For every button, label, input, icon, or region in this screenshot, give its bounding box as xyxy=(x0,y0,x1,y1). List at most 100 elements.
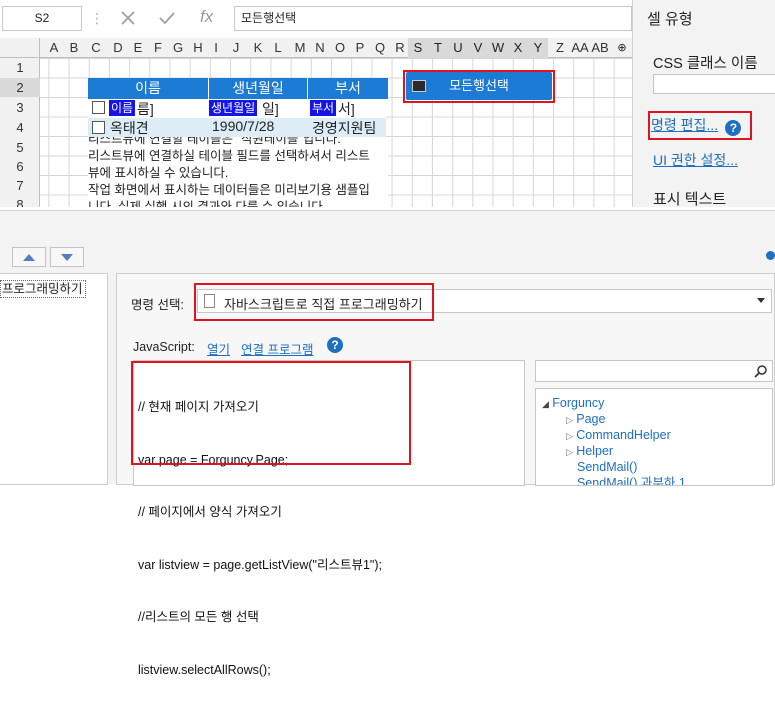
dept-cell: 경영지원팀 xyxy=(312,120,377,136)
tree-leaf[interactable]: SendMail() xyxy=(577,459,637,475)
formula-bar[interactable]: 모든행선택 xyxy=(234,6,632,31)
row-checkbox[interactable] xyxy=(92,121,105,134)
css-class-input[interactable] xyxy=(653,74,775,94)
designer-area: S2 ⋮ fx 모든행선택 A B C D E F G H I J K L M … xyxy=(0,0,775,210)
properties-panel: 셀 유형 CSS 클래스 이름 명령 편집... ? UI 권한 설정... 표… xyxy=(632,0,775,210)
description-line: 작업 화면에서 표시하는 데이터들은 미리보기용 샘플입 xyxy=(88,183,370,197)
highlight-box xyxy=(194,283,434,321)
column-header[interactable]: C xyxy=(86,38,106,58)
tree-node[interactable]: ▷ CommandHelper xyxy=(566,427,671,443)
listview-column-header[interactable]: 이름 xyxy=(88,78,208,99)
column-header[interactable]: Q xyxy=(370,38,390,58)
row-header[interactable]: 1 xyxy=(0,58,40,77)
row-header-bar: 1 2 3 4 5 6 7 8 xyxy=(0,58,40,210)
tree-node[interactable]: ▷ Helper xyxy=(566,443,613,459)
column-header-selected[interactable]: T xyxy=(428,38,448,58)
dept-field-tail: 서] xyxy=(338,101,355,117)
row-header[interactable]: 7 xyxy=(0,176,40,195)
api-tree[interactable]: ◢ Forguncy ▷ Page ▷ CommandHelper ▷ Help… xyxy=(535,388,773,486)
column-header[interactable]: G xyxy=(168,38,188,58)
help-icon[interactable]: ? xyxy=(327,337,343,353)
dept-field-label: 부서 xyxy=(310,100,337,116)
description-line: 리스트뷰에 연결할 테이블은 "직원테이블"입니다. xyxy=(88,137,341,146)
javascript-label: JavaScript: xyxy=(133,340,195,354)
row-header[interactable]: 3 xyxy=(0,98,40,117)
name-cell: 옥태견 xyxy=(110,120,149,136)
command-list-item[interactable]: 프로그래밍하기 xyxy=(0,280,86,298)
column-header[interactable]: L xyxy=(268,38,288,58)
api-search-input[interactable] xyxy=(535,360,773,382)
description-text-box: 리스트뷰에 연결할 테이블은 "직원테이블"입니다. 리스트뷰에 연결하실 테이… xyxy=(88,137,388,210)
column-header[interactable]: M xyxy=(290,38,310,58)
display-text-label: 표시 텍스트 xyxy=(653,191,727,208)
section-divider xyxy=(0,207,775,211)
css-class-label: CSS 클래스 이름 xyxy=(653,56,758,72)
description-line: 뷰에 표시하실 수 있습니다. xyxy=(88,166,229,180)
column-header-bar: A B C D E F G H I J K L M N O P Q R S T … xyxy=(0,38,632,58)
column-header[interactable]: P xyxy=(350,38,370,58)
panel-title: 셀 유형 xyxy=(647,11,693,28)
column-header-selected[interactable]: W xyxy=(488,38,508,58)
row-checkbox[interactable] xyxy=(92,101,105,114)
column-header-selected[interactable]: X xyxy=(508,38,528,58)
name-field-label: 이름 xyxy=(109,100,136,116)
column-header-selected[interactable]: Y xyxy=(528,38,548,58)
column-header[interactable]: F xyxy=(148,38,168,58)
column-header[interactable]: O xyxy=(330,38,350,58)
column-header[interactable]: D xyxy=(108,38,128,58)
arrow-up-icon xyxy=(23,254,35,261)
tree-leaf[interactable]: SendMail() 과부하 1 xyxy=(577,475,686,485)
column-header[interactable]: I xyxy=(206,38,226,58)
column-header-selected[interactable]: V xyxy=(468,38,488,58)
linked-program-link[interactable]: 연결 프로그램 xyxy=(241,339,313,358)
move-up-button[interactable] xyxy=(12,247,46,267)
tree-node[interactable]: ▷ Page xyxy=(566,411,605,427)
move-down-button[interactable] xyxy=(50,247,84,267)
column-header[interactable]: B xyxy=(64,38,84,58)
birth-field-label: 생년월일 xyxy=(209,100,258,116)
description-line: 리스트뷰에 연결하실 테이블 필드를 선택하셔서 리스트 xyxy=(88,149,370,163)
name-field-tail: 름] xyxy=(137,101,154,117)
listview-column-header[interactable]: 생년월일 xyxy=(209,78,307,99)
function-icon[interactable]: fx xyxy=(200,7,213,27)
cancel-icon[interactable] xyxy=(116,6,140,30)
column-header-selected[interactable]: U xyxy=(448,38,468,58)
birth-cell: 1990/7/28 xyxy=(212,118,275,134)
confirm-icon[interactable] xyxy=(155,6,179,30)
row-header-selected[interactable]: 2 xyxy=(0,78,40,97)
column-header[interactable]: K xyxy=(248,38,268,58)
open-link[interactable]: 열기 xyxy=(207,339,230,358)
highlight-box xyxy=(403,70,555,103)
search-icon xyxy=(754,365,767,378)
column-header[interactable]: J xyxy=(226,38,246,58)
birth-field-tail: 일] xyxy=(262,101,279,117)
toolbar-separator-icon: ⋮ xyxy=(90,10,104,26)
code-line: var listview = page.getListView("리스트뷰1")… xyxy=(138,557,382,572)
row-header[interactable]: 5 xyxy=(0,138,40,157)
code-line: // 페이지에서 양식 가져오기 xyxy=(138,505,282,519)
command-editor-dialog: 프로그래밍하기 명령 선택: 자바스크립트로 직접 프로그래밍하기 JavaSc… xyxy=(0,210,775,677)
row-header[interactable]: 6 xyxy=(0,157,40,176)
help-icon[interactable] xyxy=(766,251,775,260)
column-header[interactable]: R xyxy=(390,38,410,58)
column-header[interactable]: E xyxy=(128,38,148,58)
column-header[interactable]: A xyxy=(44,38,64,58)
highlight-box xyxy=(131,361,411,465)
arrow-down-icon xyxy=(61,254,73,261)
listview-column-header[interactable]: 부서 xyxy=(308,78,388,99)
command-select-label: 명령 선택: xyxy=(131,298,184,312)
chevron-down-icon xyxy=(757,298,765,303)
column-header[interactable]: H xyxy=(188,38,208,58)
column-header[interactable]: AA xyxy=(570,38,590,58)
command-list[interactable]: 프로그래밍하기 xyxy=(0,273,108,485)
column-header[interactable]: Z xyxy=(550,38,570,58)
tree-root[interactable]: ◢ Forguncy xyxy=(542,395,604,411)
column-header[interactable]: AB xyxy=(590,38,610,58)
ui-permission-link[interactable]: UI 권한 설정... xyxy=(653,150,738,170)
column-header-selected[interactable]: S xyxy=(408,38,428,58)
add-column-icon[interactable]: ⊕ xyxy=(612,38,632,58)
row-header[interactable]: 4 xyxy=(0,118,40,137)
column-header[interactable]: N xyxy=(310,38,330,58)
code-line: //리스트의 모든 행 선택 xyxy=(138,610,259,624)
cell-reference-box[interactable]: S2 xyxy=(2,6,82,31)
